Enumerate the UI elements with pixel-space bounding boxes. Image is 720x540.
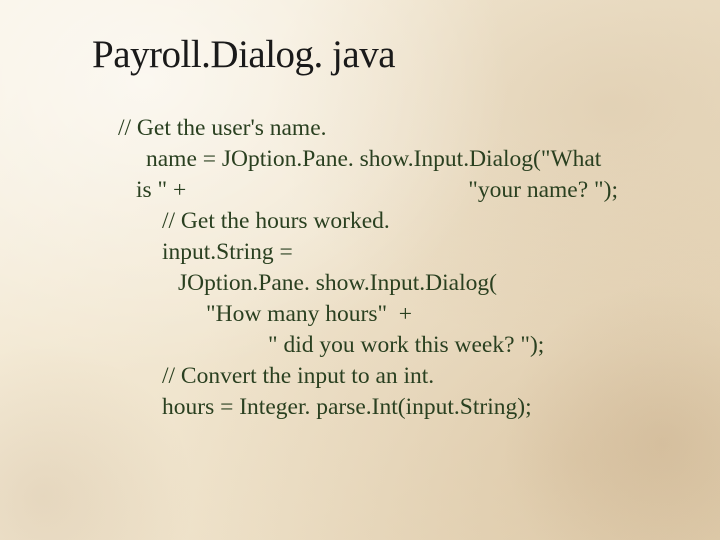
code-name-assign: name = JOption.Pane. show.Input.Dialog("… xyxy=(118,144,670,175)
slide-container: Payroll.Dialog. java // Get the user's n… xyxy=(0,0,720,540)
code-comment-convert: // Convert the input to an int. xyxy=(118,361,670,392)
code-input-assign: input.String = xyxy=(118,237,670,268)
code-name-assign-cont: is " +"your name? "); xyxy=(118,175,670,206)
code-comment-hours: // Get the hours worked. xyxy=(118,206,670,237)
code-input-dialog: JOption.Pane. show.Input.Dialog( xyxy=(118,268,670,299)
slide-title: Payroll.Dialog. java xyxy=(92,32,670,77)
code-hours-assign: hours = Integer. parse.Int(input.String)… xyxy=(118,392,670,423)
code-fragment-a: is " + xyxy=(136,177,186,203)
code-prompt-hours-cont: " did you work this week? "); xyxy=(118,330,670,361)
code-fragment-b: "your name? "); xyxy=(186,177,618,203)
code-comment-name: // Get the user's name. xyxy=(118,113,670,144)
code-block: // Get the user's name. name = JOption.P… xyxy=(92,113,670,423)
code-prompt-hours: "How many hours" + xyxy=(118,299,670,330)
